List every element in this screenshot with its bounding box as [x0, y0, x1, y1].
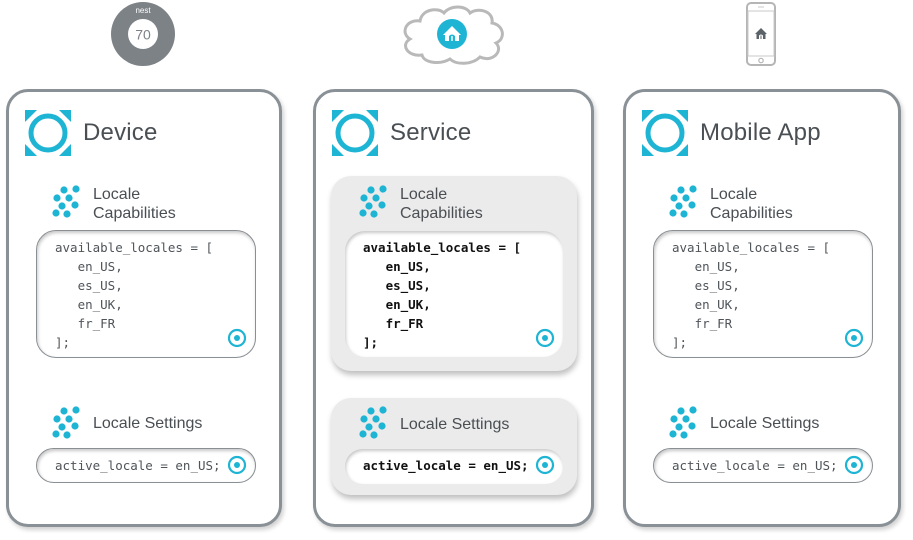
label-line: Capabilities	[400, 205, 483, 222]
active-locale-code[interactable]: active_locale = en_US;	[36, 448, 256, 483]
card-title: Service	[390, 119, 472, 146]
locale-capabilities-label: Locale Capabilities	[52, 185, 176, 223]
label-line: Capabilities	[710, 205, 793, 222]
code-line: active_locale = en_US;	[363, 458, 529, 473]
code-line: active_locale = en_US;	[672, 458, 838, 473]
card-title: Mobile App	[700, 119, 821, 146]
available-locales-code[interactable]: available_locales = [ en_US, es_US, en_U…	[345, 231, 563, 357]
available-locales-code[interactable]: available_locales = [ en_US, es_US, en_U…	[653, 230, 873, 358]
code-line: es_US,	[55, 278, 123, 293]
weave-logo-icon	[642, 110, 688, 156]
service-card-header: Service	[332, 110, 471, 156]
dots-cluster-icon	[359, 185, 387, 218]
label-line: Locale Settings	[93, 415, 203, 432]
nest-thermostat-icon: nest 70	[111, 2, 175, 66]
locale-settings-label: Locale Settings	[669, 406, 819, 440]
target-icon[interactable]	[535, 328, 555, 348]
locale-capabilities-label: Locale Capabilities	[359, 185, 483, 223]
available-locales-code[interactable]: available_locales = [ en_US, es_US, en_U…	[36, 230, 256, 358]
label-line: Locale Settings	[400, 416, 510, 433]
target-icon[interactable]	[844, 455, 864, 475]
label-line: Locale Settings	[710, 415, 820, 432]
code-line: en_US,	[55, 259, 123, 274]
code-line: en_UK,	[363, 297, 431, 312]
device-card-header: Device	[25, 110, 158, 156]
phone-home-icon	[746, 2, 776, 66]
code-line: es_US,	[363, 278, 431, 293]
code-line: en_US,	[363, 259, 431, 274]
code-line: en_UK,	[672, 297, 740, 312]
target-icon[interactable]	[844, 328, 864, 348]
dots-cluster-icon	[52, 406, 80, 439]
weave-logo-icon	[332, 110, 378, 156]
cloud-home-icon	[403, 5, 504, 65]
nest-brand-label: nest	[135, 6, 151, 15]
card-title: Device	[83, 119, 158, 146]
dots-cluster-icon	[359, 406, 387, 439]
locale-settings-label: Locale Settings	[359, 406, 509, 440]
code-line: available_locales = [	[363, 240, 522, 255]
device-card: Device Locale Capabilities available_loc…	[6, 89, 282, 527]
dots-cluster-icon	[669, 406, 697, 439]
code-line: available_locales = [	[672, 240, 831, 255]
label-line: Locale	[400, 186, 448, 203]
code-line: ];	[363, 335, 379, 350]
label-line: Locale	[93, 186, 141, 203]
code-line: ];	[55, 335, 71, 350]
service-card: Service Locale Capabilities available_lo…	[313, 89, 594, 527]
target-icon[interactable]	[227, 455, 247, 475]
code-line: available_locales = [	[55, 240, 214, 255]
mobile-app-card-header: Mobile App	[642, 110, 821, 156]
code-line: ];	[672, 335, 688, 350]
thermostat-temperature: 70	[135, 27, 151, 43]
code-line: fr_FR	[672, 316, 733, 331]
weave-logo-icon	[25, 110, 71, 156]
label-line: Locale	[710, 186, 758, 203]
code-line: en_US,	[672, 259, 740, 274]
code-line: active_locale = en_US;	[55, 458, 221, 473]
active-locale-code[interactable]: active_locale = en_US;	[653, 448, 873, 483]
dots-cluster-icon	[52, 185, 80, 218]
code-line: fr_FR	[363, 316, 424, 331]
target-icon[interactable]	[535, 455, 555, 475]
locale-settings-label: Locale Settings	[52, 406, 202, 440]
label-line: Capabilities	[93, 205, 176, 222]
target-icon[interactable]	[227, 328, 247, 348]
code-line: es_US,	[672, 278, 740, 293]
locale-capabilities-label: Locale Capabilities	[669, 185, 793, 223]
code-line: en_UK,	[55, 297, 123, 312]
active-locale-code[interactable]: active_locale = en_US;	[345, 449, 563, 484]
dots-cluster-icon	[669, 185, 697, 218]
code-line: fr_FR	[55, 316, 116, 331]
mobile-app-card: Mobile App Locale Capabilities available…	[623, 89, 901, 527]
